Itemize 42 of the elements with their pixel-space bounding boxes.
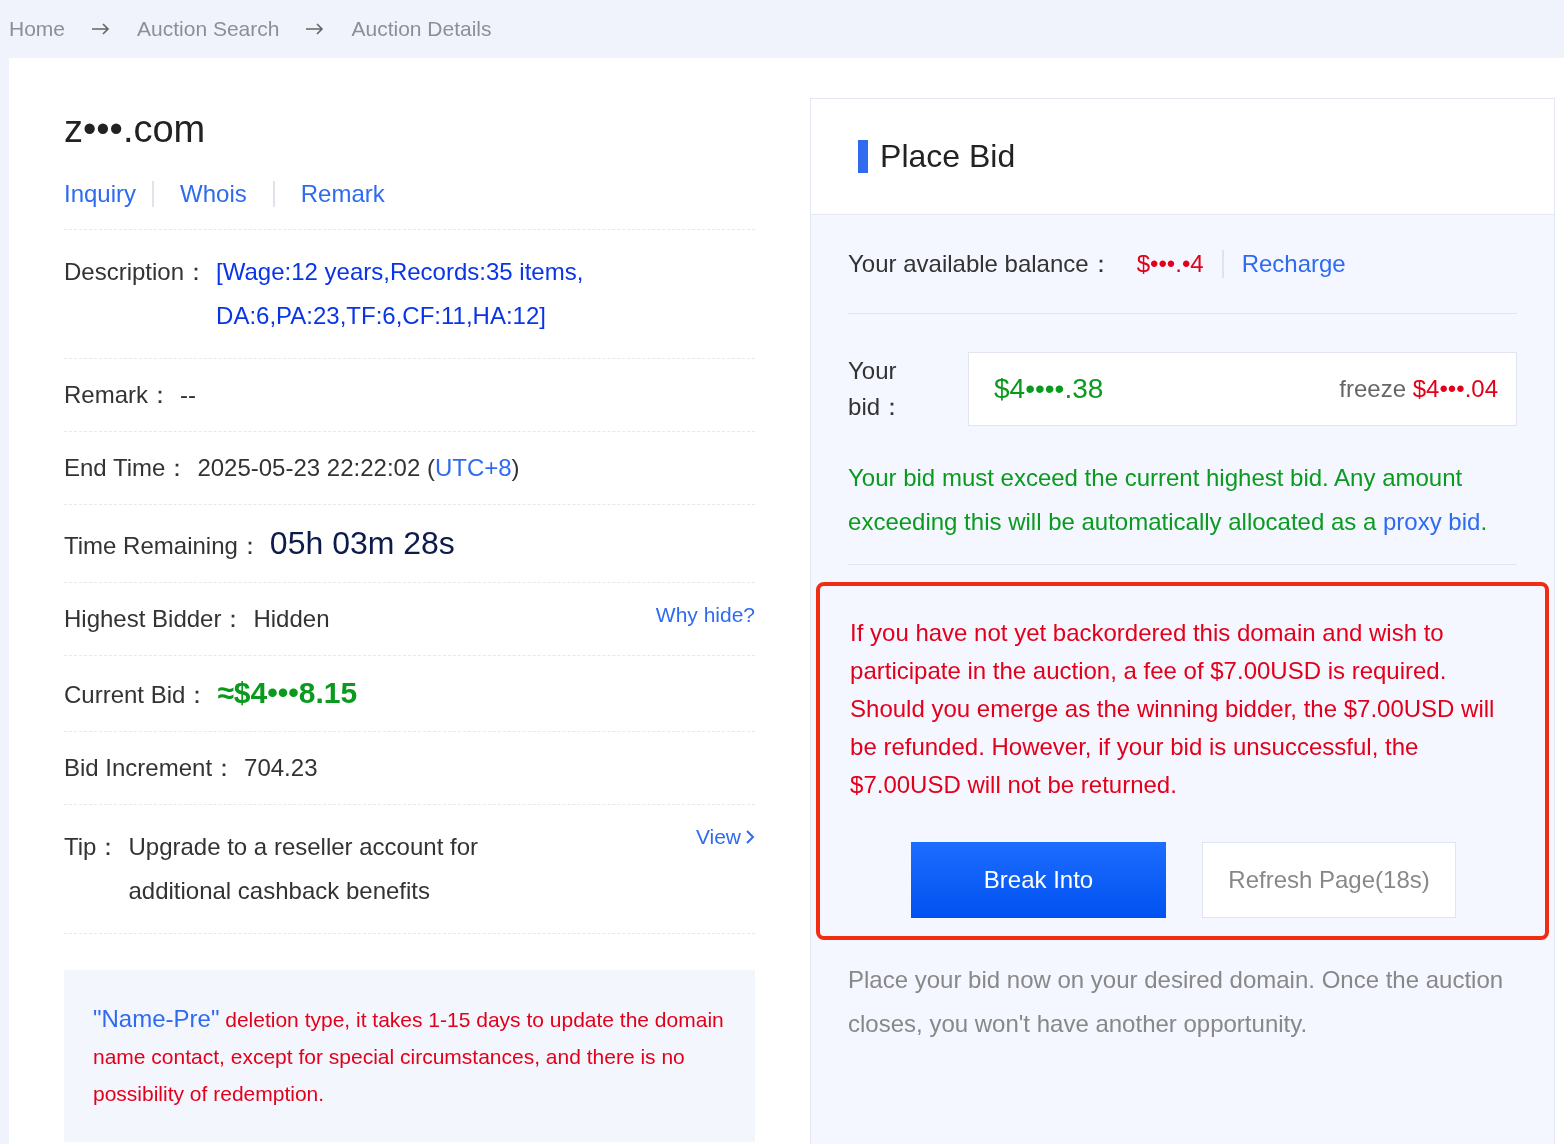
breadcrumb-link[interactable]: Auction Details	[351, 17, 492, 41]
footer-text: Place your bid now on your desired domain. Once the auction closes, you won't have another opportunity.	[848, 965, 1505, 1039]
field-label: Current Bid：	[64, 680, 210, 710]
action-link[interactable]: Remark	[272, 181, 411, 207]
field-value: Hidden	[253, 605, 330, 633]
field-label: End Time：	[64, 453, 190, 483]
price-value: ≈$4•••8.15	[217, 676, 358, 710]
field-label: Highest Bidder：	[64, 604, 246, 634]
why-hide-link[interactable]: Why hide?	[655, 603, 756, 627]
bid-input[interactable]: $4••••.38 freeze $4•••.04	[968, 352, 1517, 426]
tip-value: Upgrade to a reseller account for additional cashback benefits	[128, 832, 479, 906]
warning-text: Should you emerge as the winning bidder, the $7.00USD will be refunded. However, if your bid is unsuccessful, the $7.00USD will not be returned.	[850, 694, 1496, 800]
accent-bar	[858, 140, 869, 173]
description-value: [Wage:12 years,Records:35 items, DA:6,PA:23,TF:6,CF:11,HA:12]	[216, 257, 585, 331]
breadcrumb-link[interactable]: Auction Search	[137, 17, 280, 41]
balance-label: Your available balance：	[848, 249, 1113, 279]
arrow-right-icon	[305, 23, 326, 35]
bid-label: Your bid：	[848, 356, 906, 422]
break-into-button[interactable]: Break Into	[911, 842, 1166, 918]
panel-title: Place Bid	[880, 138, 1016, 175]
balance-value: $•••.•4	[1136, 250, 1224, 278]
arrow-right-icon	[91, 23, 112, 35]
domain-title: z•••.com	[64, 108, 207, 151]
warning-text: If you have not yet backordered this domain and wish to participate in the auction, a fee of $7.00USD is required.	[850, 618, 1448, 686]
field-label: Time Remaining：	[64, 531, 262, 561]
action-link[interactable]: Inquiry	[64, 181, 153, 207]
bid-rule-text: Your bid must exceed the current highest bid. Any amount exceeding this will be automatically allocated as a proxy bid.	[848, 456, 1517, 565]
field-value: 704.23	[244, 754, 318, 782]
recharge-link[interactable]: Recharge	[1241, 250, 1346, 278]
view-link[interactable]: View	[695, 825, 756, 849]
field-label: Description：	[64, 257, 209, 287]
field-label: Remark：	[64, 380, 172, 410]
action-link[interactable]: Whois	[152, 181, 273, 207]
breadcrumb-link[interactable]: Home	[9, 17, 66, 41]
end-time-value: 2025-05-23 22:22:02 (UTC+8)	[197, 454, 520, 482]
chevron-right-icon	[745, 829, 756, 845]
field-label: Bid Increment：	[64, 753, 237, 783]
field-value: --	[180, 381, 196, 409]
field-label: Tip：	[64, 832, 121, 862]
notice-text: "Name-Pre" deletion type, it takes 1-15 days to update the domain name contact, except for special circumstances, and there is no possibility of redemption.	[64, 970, 756, 1142]
refresh-button[interactable]: Refresh Page(18s)	[1202, 842, 1456, 918]
countdown-value: 05h 03m 28s	[269, 525, 455, 562]
